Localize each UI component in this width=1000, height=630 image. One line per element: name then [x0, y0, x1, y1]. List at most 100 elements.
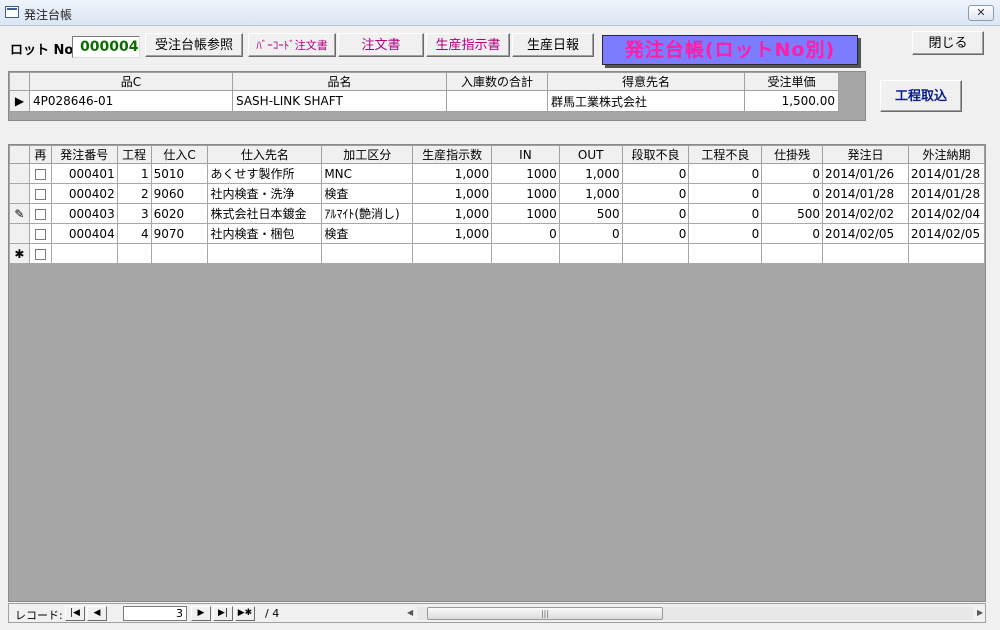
reissue-checkbox[interactable] [34, 248, 46, 260]
column-header-supplier-name[interactable]: 仕入先名 [207, 145, 323, 164]
supplier-code-cell[interactable]: 5010 [150, 163, 209, 184]
item-code-cell[interactable]: 4P028646-01 [29, 90, 233, 112]
empty-cell[interactable] [116, 243, 152, 264]
column-header-unit-price[interactable]: 受注単価 [744, 72, 839, 91]
process-cell[interactable]: 2 [116, 183, 152, 204]
instructed-qty-cell[interactable]: 1,000 [412, 203, 493, 224]
wip-remaining-cell[interactable]: 0 [761, 163, 824, 184]
process-defect-cell[interactable]: 0 [688, 163, 763, 184]
process-defect-cell[interactable]: 0 [688, 183, 763, 204]
record-number-input[interactable]: 3 [123, 606, 187, 621]
horizontal-scrollbar-thumb[interactable]: ||| [427, 607, 663, 620]
close-button[interactable]: 閉じる [912, 31, 984, 55]
supplier-name-cell[interactable]: 株式会社日本鍍金 [207, 203, 323, 224]
supplier-code-cell[interactable]: 6020 [150, 203, 209, 224]
order-sheet-button[interactable]: 注文書 [338, 33, 424, 57]
supplier-name-cell[interactable]: 社内検査・梱包 [207, 223, 323, 244]
row-edit-pencil-icon[interactable]: ✎ [9, 203, 30, 224]
column-header-order-number[interactable]: 発注番号 [50, 145, 118, 164]
instructed-qty-cell[interactable]: 1,000 [412, 163, 493, 184]
outsourced-due-date-cell[interactable]: 2014/02/05 [907, 223, 985, 244]
unit-price-cell[interactable]: 1,500.00 [744, 90, 839, 112]
order-date-cell[interactable]: 2014/02/05 [822, 223, 909, 244]
customer-name-cell[interactable]: 群馬工業株式会社 [547, 90, 745, 112]
lot-no-field[interactable]: 000004 [72, 36, 140, 58]
empty-cell[interactable] [412, 243, 493, 264]
column-header-item-code[interactable]: 品C [29, 72, 233, 91]
order-ledger-reference-button[interactable]: 受注台帳参照 [145, 33, 243, 57]
out-cell[interactable]: 500 [558, 203, 623, 224]
outsourced-due-date-cell[interactable]: 2014/02/04 [907, 203, 985, 224]
column-header-item-name[interactable]: 品名 [232, 72, 447, 91]
reissue-checkbox[interactable] [34, 188, 46, 200]
table-row[interactable]: 000402 2 9060 社内検査・洗浄 検査 1,000 1000 1,00… [9, 183, 985, 204]
empty-cell[interactable] [822, 243, 909, 264]
column-header-process[interactable]: 工程 [116, 145, 152, 164]
production-daily-report-button[interactable]: 生産日報 [512, 33, 594, 57]
column-header-processing-type[interactable]: 加工区分 [321, 145, 414, 164]
process-import-button[interactable]: 工程取込 [880, 80, 962, 112]
empty-cell[interactable] [907, 243, 985, 264]
next-record-icon[interactable]: ▶ [191, 606, 211, 621]
supplier-name-cell[interactable]: あくせす製作所 [207, 163, 323, 184]
column-header-setup-defect[interactable]: 段取不良 [621, 145, 690, 164]
in-cell[interactable]: 1000 [491, 203, 560, 224]
row-selector[interactable] [9, 183, 30, 204]
previous-record-icon[interactable]: ◀ [87, 606, 107, 621]
empty-cell[interactable] [50, 243, 118, 264]
new-record-row[interactable]: ✱ [9, 243, 985, 264]
in-cell[interactable]: 1000 [491, 163, 560, 184]
supplier-code-cell[interactable]: 9060 [150, 183, 209, 204]
process-defect-cell[interactable]: 0 [688, 223, 763, 244]
column-header-order-date[interactable]: 発注日 [822, 145, 909, 164]
order-number-cell[interactable]: 000402 [50, 183, 118, 204]
empty-cell[interactable] [761, 243, 824, 264]
column-header-wip-remaining[interactable]: 仕掛残 [761, 145, 824, 164]
column-header-reissue[interactable]: 再 [28, 145, 52, 164]
order-date-cell[interactable]: 2014/01/26 [822, 163, 909, 184]
instructed-qty-cell[interactable]: 1,000 [412, 183, 493, 204]
column-header-in[interactable]: IN [491, 145, 560, 164]
current-record-indicator[interactable]: ▶ [9, 90, 30, 112]
in-cell[interactable]: 1000 [491, 183, 560, 204]
wip-remaining-cell[interactable]: 500 [761, 203, 824, 224]
setup-defect-cell[interactable]: 0 [621, 183, 690, 204]
scroll-right-arrow-icon[interactable]: ▶ [977, 608, 983, 617]
reissue-checkbox[interactable] [34, 228, 46, 240]
processing-type-cell[interactable]: 検査 [321, 183, 414, 204]
reissue-checkbox[interactable] [34, 168, 46, 180]
barcode-order-sheet-button[interactable]: ﾊﾞｰｺｰﾄﾞ注文書 [248, 33, 336, 57]
order-number-cell[interactable]: 000401 [50, 163, 118, 184]
empty-cell[interactable] [491, 243, 560, 264]
empty-cell[interactable] [621, 243, 690, 264]
production-instruction-button[interactable]: 生産指示書 [426, 33, 510, 57]
processing-type-cell[interactable]: MNC [321, 163, 414, 184]
process-cell[interactable]: 4 [116, 223, 152, 244]
instructed-qty-cell[interactable]: 1,000 [412, 223, 493, 244]
wip-remaining-cell[interactable]: 0 [761, 223, 824, 244]
column-header-received-total[interactable]: 入庫数の合計 [446, 72, 548, 91]
out-cell[interactable]: 1,000 [558, 183, 623, 204]
setup-defect-cell[interactable]: 0 [621, 223, 690, 244]
column-header-customer-name[interactable]: 得意先名 [547, 72, 745, 91]
window-close-button[interactable]: ✕ [968, 5, 994, 21]
column-header-supplier-code[interactable]: 仕入C [150, 145, 209, 164]
new-record-icon[interactable]: ▶✱ [235, 606, 255, 621]
order-date-cell[interactable]: 2014/02/02 [822, 203, 909, 224]
last-record-icon[interactable]: ▶| [213, 606, 233, 621]
new-record-star-icon[interactable]: ✱ [9, 243, 30, 264]
outsourced-due-date-cell[interactable]: 2014/01/28 [907, 163, 985, 184]
received-total-cell[interactable] [446, 90, 548, 112]
outsourced-due-date-cell[interactable]: 2014/01/28 [907, 183, 985, 204]
process-cell[interactable]: 3 [116, 203, 152, 224]
column-header-process-defect[interactable]: 工程不良 [688, 145, 763, 164]
processing-type-cell[interactable]: ｱﾙﾏｲﾄ(艶消し) [321, 203, 414, 224]
empty-cell[interactable] [321, 243, 414, 264]
setup-defect-cell[interactable]: 0 [621, 203, 690, 224]
item-name-cell[interactable]: SASH-LINK SHAFT [232, 90, 447, 112]
reissue-checkbox[interactable] [34, 208, 46, 220]
order-date-cell[interactable]: 2014/01/28 [822, 183, 909, 204]
empty-cell[interactable] [207, 243, 323, 264]
empty-cell[interactable] [688, 243, 763, 264]
row-selector[interactable] [9, 223, 30, 244]
